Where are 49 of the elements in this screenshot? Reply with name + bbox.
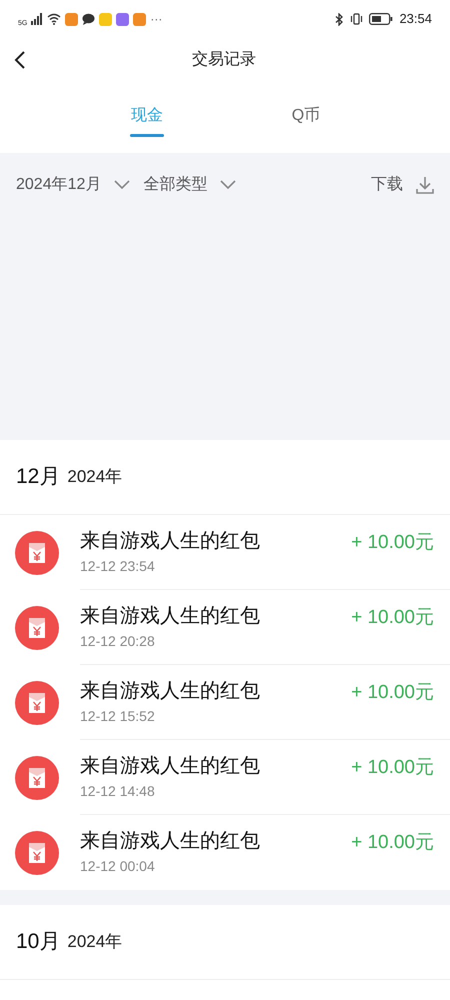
section-month: 12月	[16, 464, 60, 490]
signal-icon	[31, 13, 44, 25]
transaction-amount: + 10.00元	[351, 531, 434, 555]
wifi-icon	[47, 13, 62, 25]
transaction-title: 来自游戏人生的红包	[80, 678, 260, 704]
chat-bubble-icon	[82, 13, 96, 25]
app-icon	[116, 12, 130, 26]
transaction-title: 来自游戏人生的红包	[80, 829, 260, 854]
transaction-row[interactable]: 来自游戏人生的红包 12-12 23:54 + 10.00元	[0, 515, 450, 590]
transaction-row[interactable]: 来自游戏人生的红包 12-12 00:04 + 10.00元	[0, 815, 450, 890]
section-year: 2024年	[67, 466, 122, 488]
type-dropdown[interactable]: 全部类型	[143, 173, 236, 197]
envelope-icon	[15, 606, 59, 650]
tab[interactable]: Q币	[289, 104, 323, 137]
page-title: 交易记录	[192, 50, 256, 70]
transaction-time: 12-12 23:54	[80, 556, 156, 576]
clock-time: 23:54	[399, 10, 432, 28]
envelope-icon	[15, 830, 59, 874]
battery-icon	[369, 13, 394, 25]
transaction-time: 12-12 00:04	[80, 857, 156, 876]
transaction-title: 来自游戏人生的红包	[80, 604, 260, 628]
transaction-amount: + 10.00元	[351, 606, 434, 630]
envelope-icon	[15, 530, 59, 574]
transaction-row[interactable]: 来自游戏人生的红包 12-12 20:28 + 10.00元	[0, 590, 450, 665]
transaction-time: 12-12 20:28	[80, 632, 156, 650]
transaction-title: 来自游戏人生的红包	[80, 754, 260, 778]
envelope-icon	[15, 756, 59, 800]
section-year: 2024年	[67, 931, 122, 954]
app-icon	[99, 12, 112, 26]
more-indicator: ···	[150, 11, 162, 28]
transaction-time: 12-12 14:48	[80, 782, 156, 800]
chevron-down-icon	[114, 180, 130, 190]
download-button[interactable]: 下载	[371, 173, 434, 197]
transaction-amount: + 10.00元	[351, 681, 434, 705]
chevron-down-icon	[220, 180, 236, 190]
transaction-title: 来自游戏人生的红包	[80, 528, 260, 554]
bluetooth-icon	[335, 12, 344, 26]
section-month: 10月	[16, 929, 60, 956]
download-icon	[416, 176, 434, 194]
transaction-row[interactable]: 来自游戏人生的红包 12-12 15:52 + 10.00元	[0, 665, 450, 740]
envelope-icon	[15, 680, 59, 724]
month-dropdown[interactable]: 2024年12月	[16, 173, 130, 197]
transaction-amount: + 10.00元	[351, 756, 434, 780]
vibrate-icon	[350, 13, 364, 25]
app-icon	[65, 12, 78, 26]
transaction-time: 12-12 15:52	[80, 706, 156, 726]
app-icon	[133, 12, 146, 26]
transaction-amount: + 10.00元	[351, 831, 434, 855]
transaction-row[interactable]: 来自游戏人生的红包 12-12 14:48 + 10.00元	[0, 740, 450, 815]
